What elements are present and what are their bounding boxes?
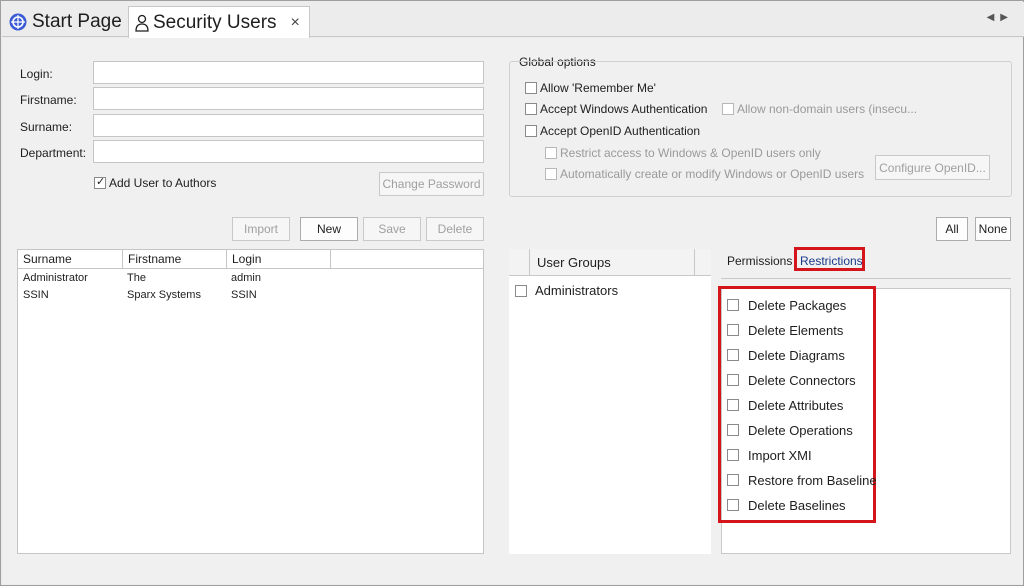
restriction-label: Restore from Baseline <box>748 472 877 488</box>
list-item[interactable]: Delete Connectors <box>727 370 856 390</box>
cell-surname: SSIN <box>23 289 49 301</box>
cell-firstname: The <box>127 272 146 284</box>
restriction-checkbox[interactable] <box>727 499 739 511</box>
list-item[interactable]: Restore from Baseline <box>727 470 877 490</box>
surname-label: Surname: <box>20 120 73 134</box>
restriction-label: Delete Baselines <box>748 497 846 513</box>
list-item[interactable]: Delete Baselines <box>727 495 846 515</box>
document-tab-strip: Start Page Security Users × ◀▶ <box>2 2 1024 38</box>
cell-login: admin <box>231 272 261 284</box>
change-password-button[interactable]: Change Password <box>379 172 484 196</box>
list-item[interactable]: Delete Elements <box>727 320 843 340</box>
restriction-checkbox[interactable] <box>727 399 739 411</box>
list-item[interactable]: Import XMI <box>727 445 812 465</box>
scroll-left-icon[interactable]: ◀ <box>987 12 1001 23</box>
delete-button[interactable]: Delete <box>426 217 484 241</box>
restrict-access-checkbox[interactable] <box>545 147 557 159</box>
cell-login: SSIN <box>231 289 257 301</box>
restriction-checkbox[interactable] <box>727 299 739 311</box>
restrictions-tab-highlight <box>794 247 865 271</box>
accept-openid-checkbox[interactable] <box>525 125 537 137</box>
list-item[interactable]: Delete Diagrams <box>727 345 845 365</box>
scroll-right-icon[interactable]: ▶ <box>1000 12 1014 23</box>
restrict-access-label: Restrict access to Windows & OpenID user… <box>560 146 821 160</box>
list-item[interactable]: Delete Packages <box>727 295 846 315</box>
tab-scroll-arrows: ◀▶ <box>987 12 1014 23</box>
accept-windows-auth-label: Accept Windows Authentication <box>540 102 708 116</box>
restriction-checkbox[interactable] <box>727 474 739 486</box>
cell-firstname: Sparx Systems <box>127 289 201 301</box>
user-groups-header[interactable]: User Groups <box>537 255 611 270</box>
tab-divider <box>721 278 1011 279</box>
login-input[interactable] <box>93 61 484 84</box>
window-frame: Start Page Security Users × ◀▶ Login: Fi… <box>0 0 1024 586</box>
group-checkbox[interactable] <box>515 285 527 297</box>
select-all-button[interactable]: All <box>936 217 968 241</box>
department-label: Department: <box>20 146 87 160</box>
group-label: Administrators <box>535 283 619 298</box>
restriction-checkbox[interactable] <box>727 449 739 461</box>
security-users-panel: Login: Firstname: Surname: Department: A… <box>3 38 1023 584</box>
add-to-authors-checkbox[interactable] <box>94 175 106 189</box>
restriction-label: Delete Diagrams <box>748 347 845 363</box>
restriction-label: Delete Packages <box>748 297 847 313</box>
restriction-label: Import XMI <box>748 447 812 463</box>
select-none-button[interactable]: None <box>975 217 1011 241</box>
firstname-input[interactable] <box>93 87 484 110</box>
auto-create-label: Automatically create or modify Windows o… <box>560 167 865 181</box>
column-header-surname[interactable]: Surname <box>18 250 123 269</box>
restriction-checkbox[interactable] <box>727 349 739 361</box>
user-groups-header-bar: User Groups <box>509 249 711 276</box>
firstname-label: Firstname: <box>20 93 77 107</box>
add-to-authors-label: Add User to Authors <box>109 176 217 190</box>
accept-openid-label: Accept OpenID Authentication <box>540 124 701 138</box>
restriction-checkbox[interactable] <box>727 424 739 436</box>
list-item[interactable]: Delete Operations <box>727 420 853 440</box>
column-header-login[interactable]: Login <box>227 250 331 269</box>
user-icon <box>135 14 149 32</box>
restrictions-list-highlight: Delete Packages Delete Elements Delete D… <box>718 286 877 523</box>
configure-openid-button[interactable]: Configure OpenID... <box>875 155 990 180</box>
tab-permissions[interactable]: Permissions <box>727 254 792 268</box>
cell-surname: Administrator <box>23 272 88 284</box>
allow-remember-me-label: Allow 'Remember Me' <box>540 81 656 95</box>
restriction-label: Delete Attributes <box>748 397 844 413</box>
allow-non-domain-checkbox[interactable] <box>722 103 734 115</box>
restriction-checkbox[interactable] <box>727 374 739 386</box>
column-header-spacer <box>331 250 483 269</box>
list-item[interactable]: Delete Attributes <box>727 395 843 415</box>
close-icon[interactable]: × <box>291 14 300 32</box>
start-page-icon <box>8 12 28 32</box>
tab-start-page[interactable]: Start Page <box>8 6 122 38</box>
users-table: Surname Firstname Login Administrator Th… <box>17 249 484 554</box>
department-input[interactable] <box>93 140 484 163</box>
tab-start-page-label: Start Page <box>32 11 122 32</box>
import-button[interactable]: Import <box>232 217 290 241</box>
accept-windows-auth-checkbox[interactable] <box>525 103 537 115</box>
auto-create-checkbox[interactable] <box>545 168 557 180</box>
save-button[interactable]: Save <box>363 217 421 241</box>
surname-input[interactable] <box>93 114 484 137</box>
restriction-label: Delete Elements <box>748 322 844 338</box>
user-groups-list: User Groups Administrators <box>509 249 711 554</box>
restriction-checkbox[interactable] <box>727 324 739 336</box>
restriction-label: Delete Connectors <box>748 372 856 388</box>
allow-remember-me-checkbox[interactable] <box>525 82 537 94</box>
new-button[interactable]: New <box>300 217 358 241</box>
allow-non-domain-label: Allow non-domain users (insecu... <box>737 102 918 116</box>
tab-security-users-label: Security Users <box>153 11 277 33</box>
restriction-label: Delete Operations <box>748 422 853 438</box>
column-header-firstname[interactable]: Firstname <box>123 250 227 269</box>
login-label: Login: <box>20 67 53 81</box>
tab-security-users[interactable]: Security Users × <box>128 6 310 38</box>
